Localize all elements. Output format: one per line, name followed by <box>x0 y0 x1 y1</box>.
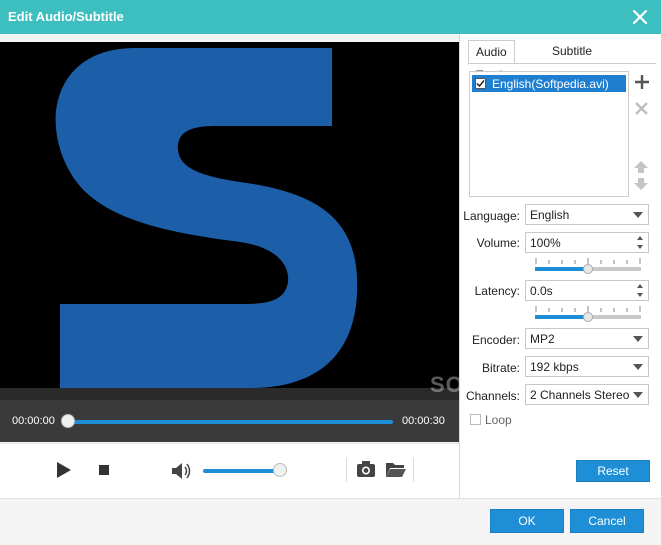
camera-icon[interactable] <box>356 460 376 478</box>
loop-checkbox[interactable] <box>470 414 481 425</box>
plus-icon[interactable] <box>634 74 650 90</box>
arrow-up-icon[interactable] <box>633 160 649 174</box>
volume-slider-handle[interactable] <box>273 463 287 477</box>
cancel-button[interactable]: Cancel <box>570 509 644 533</box>
bitrate-value: 192 kbps <box>530 360 579 374</box>
spinner-arrows-icon[interactable] <box>636 283 644 298</box>
chevron-down-icon <box>633 336 643 342</box>
language-label: Language: <box>463 209 520 223</box>
loop-label: Loop <box>485 413 512 427</box>
volume-level-slider[interactable] <box>535 258 641 276</box>
video-bottom-strip <box>0 388 459 400</box>
video-preview <box>0 42 459 388</box>
volume-spinbox[interactable]: 100% <box>525 232 649 253</box>
volume-slider[interactable] <box>203 469 279 473</box>
play-icon[interactable] <box>56 461 72 479</box>
spinner-arrows-icon[interactable] <box>636 235 644 250</box>
total-time: 00:00:30 <box>402 415 445 427</box>
channels-label: Channels: <box>465 389 520 403</box>
latency-slider-track <box>588 315 641 319</box>
volume-slider-track <box>588 267 641 271</box>
tab-subtitle[interactable]: Subtitle <box>545 40 599 63</box>
latency-slider[interactable] <box>535 306 641 324</box>
encoder-select[interactable]: MP2 <box>525 328 649 349</box>
separator <box>346 458 347 482</box>
folder-icon[interactable] <box>385 460 407 478</box>
volume-slider-fill <box>535 267 588 271</box>
arrow-down-icon[interactable] <box>633 177 649 191</box>
channels-value: 2 Channels Stereo <box>530 388 630 402</box>
timeline-bar: 00:00:00 00:00:30 <box>0 400 459 442</box>
window-title: Edit Audio/Subtitle <box>8 9 124 24</box>
speaker-icon[interactable] <box>171 461 193 481</box>
audio-track-list: English(Softpedia.avi) <box>469 71 629 197</box>
latency-spinbox[interactable]: 0.0s <box>525 280 649 301</box>
channels-select[interactable]: 2 Channels Stereo <box>525 384 649 405</box>
separator <box>413 458 414 482</box>
bitrate-label: Bitrate: <box>481 361 520 375</box>
video-frame-logo <box>55 48 358 388</box>
chevron-down-icon <box>633 364 643 370</box>
encoder-label: Encoder: <box>471 333 520 347</box>
tab-underline <box>468 63 656 64</box>
language-select[interactable]: English <box>525 204 649 225</box>
remove-icon[interactable] <box>634 101 649 116</box>
close-icon[interactable] <box>631 8 649 26</box>
title-bar: Edit Audio/Subtitle <box>0 0 661 34</box>
playback-controls <box>0 443 459 499</box>
list-item[interactable]: English(Softpedia.avi) <box>472 75 626 92</box>
tab-audio-track[interactable]: Audio Track <box>468 40 515 82</box>
timeline-slider[interactable] <box>69 420 393 424</box>
chevron-down-icon <box>633 212 643 218</box>
reset-button[interactable]: Reset <box>576 460 650 482</box>
language-value: English <box>530 208 570 222</box>
encoder-value: MP2 <box>530 332 555 346</box>
stop-icon[interactable] <box>99 465 109 475</box>
current-time: 00:00:00 <box>12 415 55 427</box>
bitrate-select[interactable]: 192 kbps <box>525 356 649 377</box>
ok-button[interactable]: OK <box>490 509 564 533</box>
latency-slider-handle[interactable] <box>583 312 593 322</box>
chevron-down-icon <box>633 392 643 398</box>
track-label: English(Softpedia.avi) <box>492 77 609 91</box>
latency-label: Latency: <box>474 284 520 298</box>
volume-slider-handle[interactable] <box>583 264 593 274</box>
timeline-handle[interactable] <box>61 414 75 428</box>
latency-slider-fill <box>535 315 588 319</box>
checkmark-icon <box>476 80 485 88</box>
latency-value: 0.0s <box>530 284 553 298</box>
volume-label: Volume: <box>476 236 520 250</box>
edit-audio-subtitle-dialog: Edit Audio/Subtitle SOFTPEDIA 00:00:00 0… <box>0 0 661 545</box>
track-checkbox[interactable] <box>475 78 486 89</box>
volume-value: 100% <box>530 236 561 250</box>
